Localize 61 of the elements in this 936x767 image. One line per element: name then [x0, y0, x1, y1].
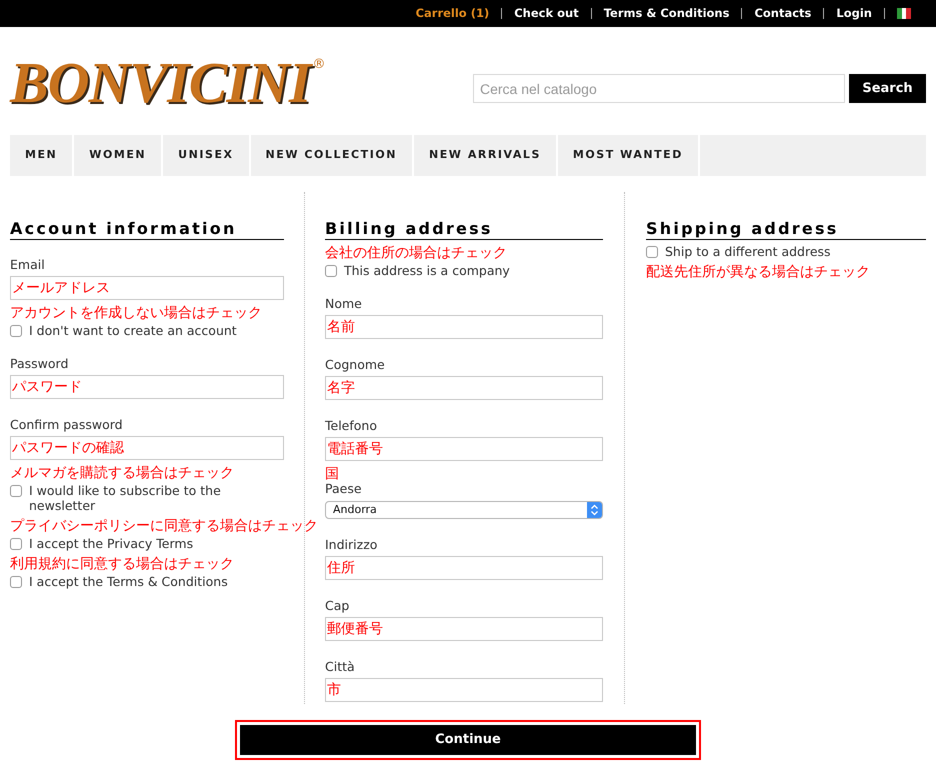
section-heading: Account information — [10, 218, 284, 240]
checkbox-label: This address is a company — [344, 263, 510, 278]
nav-item[interactable]: MEN — [10, 135, 74, 176]
section-heading: Shipping address — [646, 218, 926, 240]
checkbox[interactable] — [325, 265, 337, 277]
nav-item[interactable]: NEW ARRIVALS — [414, 135, 558, 176]
annotation-note: アカウントを作成しない場合はチェック — [10, 305, 262, 321]
up-down-chevron-icon — [587, 502, 602, 518]
checkbox[interactable] — [10, 325, 22, 337]
checkbox-label: Ship to a different address — [665, 244, 831, 259]
annotation-note: 利用規約に同意する場合はチェック — [10, 556, 234, 572]
continue-button[interactable]: Continue — [240, 725, 696, 755]
input-field[interactable]: 郵便番号 — [325, 617, 603, 641]
field-label: Confirm password — [10, 418, 124, 432]
field-label: Password — [10, 357, 70, 371]
checkbox-label: I don't want to create an account — [29, 323, 237, 338]
top-link[interactable]: Check out — [514, 4, 579, 22]
checkbox-label: I would like to subscribe to the newsletter — [29, 483, 222, 513]
nav-item[interactable]: UNISEX — [163, 135, 251, 176]
checkbox[interactable] — [10, 485, 22, 497]
top-link[interactable]: Contacts — [754, 4, 812, 22]
input-field[interactable]: パスワードの確認 — [10, 436, 284, 460]
logo[interactable]: BONVICINI — [10, 51, 310, 115]
nav-item[interactable]: WOMEN — [74, 135, 164, 176]
field-label: Indirizzo — [325, 538, 378, 552]
input-field[interactable]: 名前 — [325, 315, 603, 339]
italian-flag-icon[interactable] — [897, 8, 911, 19]
field-label: Cognome — [325, 358, 386, 372]
top-link[interactable]: Login — [836, 4, 872, 22]
input-field[interactable]: 電話番号 — [325, 437, 603, 461]
annotation-note: プライバシーポリシーに同意する場合はチェック — [10, 518, 318, 534]
annotation-note: 配送先住所が異なる場合はチェック — [646, 264, 870, 280]
top-link[interactable]: Terms & Conditions — [604, 4, 730, 22]
top-link[interactable]: Carrello (1) — [416, 4, 490, 22]
input-field[interactable]: 市 — [325, 678, 603, 702]
field-label: Telefono — [325, 419, 378, 433]
checkbox[interactable] — [10, 538, 22, 550]
field-label: Paese — [325, 482, 363, 496]
checkbox-label: I accept the Terms & Conditions — [29, 574, 228, 589]
search-button[interactable]: Search — [849, 74, 926, 103]
checkbox[interactable] — [10, 576, 22, 588]
annotation-note: 会社の住所の場合はチェック — [325, 245, 507, 261]
search-field[interactable]: Cerca nel catalogo — [473, 74, 845, 103]
input-field[interactable]: 名字 — [325, 376, 603, 400]
annotation-note: メルマガを購読する場合はチェック — [10, 465, 234, 481]
field-label: Cap — [325, 599, 350, 613]
field-label: Città — [325, 660, 356, 674]
annotation-note: 国 — [325, 466, 339, 482]
section-heading: Billing address — [325, 218, 603, 240]
nav-item[interactable]: NEW COLLECTION — [250, 135, 414, 176]
nav-item[interactable]: MOST WANTED — [558, 135, 700, 176]
field-label: Email — [10, 258, 46, 272]
registered-mark: ® — [312, 56, 326, 72]
country-select[interactable]: Andorra — [325, 501, 603, 519]
checkbox-label: I accept the Privacy Terms — [29, 536, 194, 551]
input-field[interactable]: 住所 — [325, 556, 603, 580]
field-label: Nome — [325, 297, 363, 311]
checkbox[interactable] — [646, 246, 658, 258]
select-value: Andorra — [332, 502, 378, 518]
input-field[interactable]: パスワード — [10, 375, 284, 399]
input-field[interactable]: メールアドレス — [10, 276, 284, 300]
